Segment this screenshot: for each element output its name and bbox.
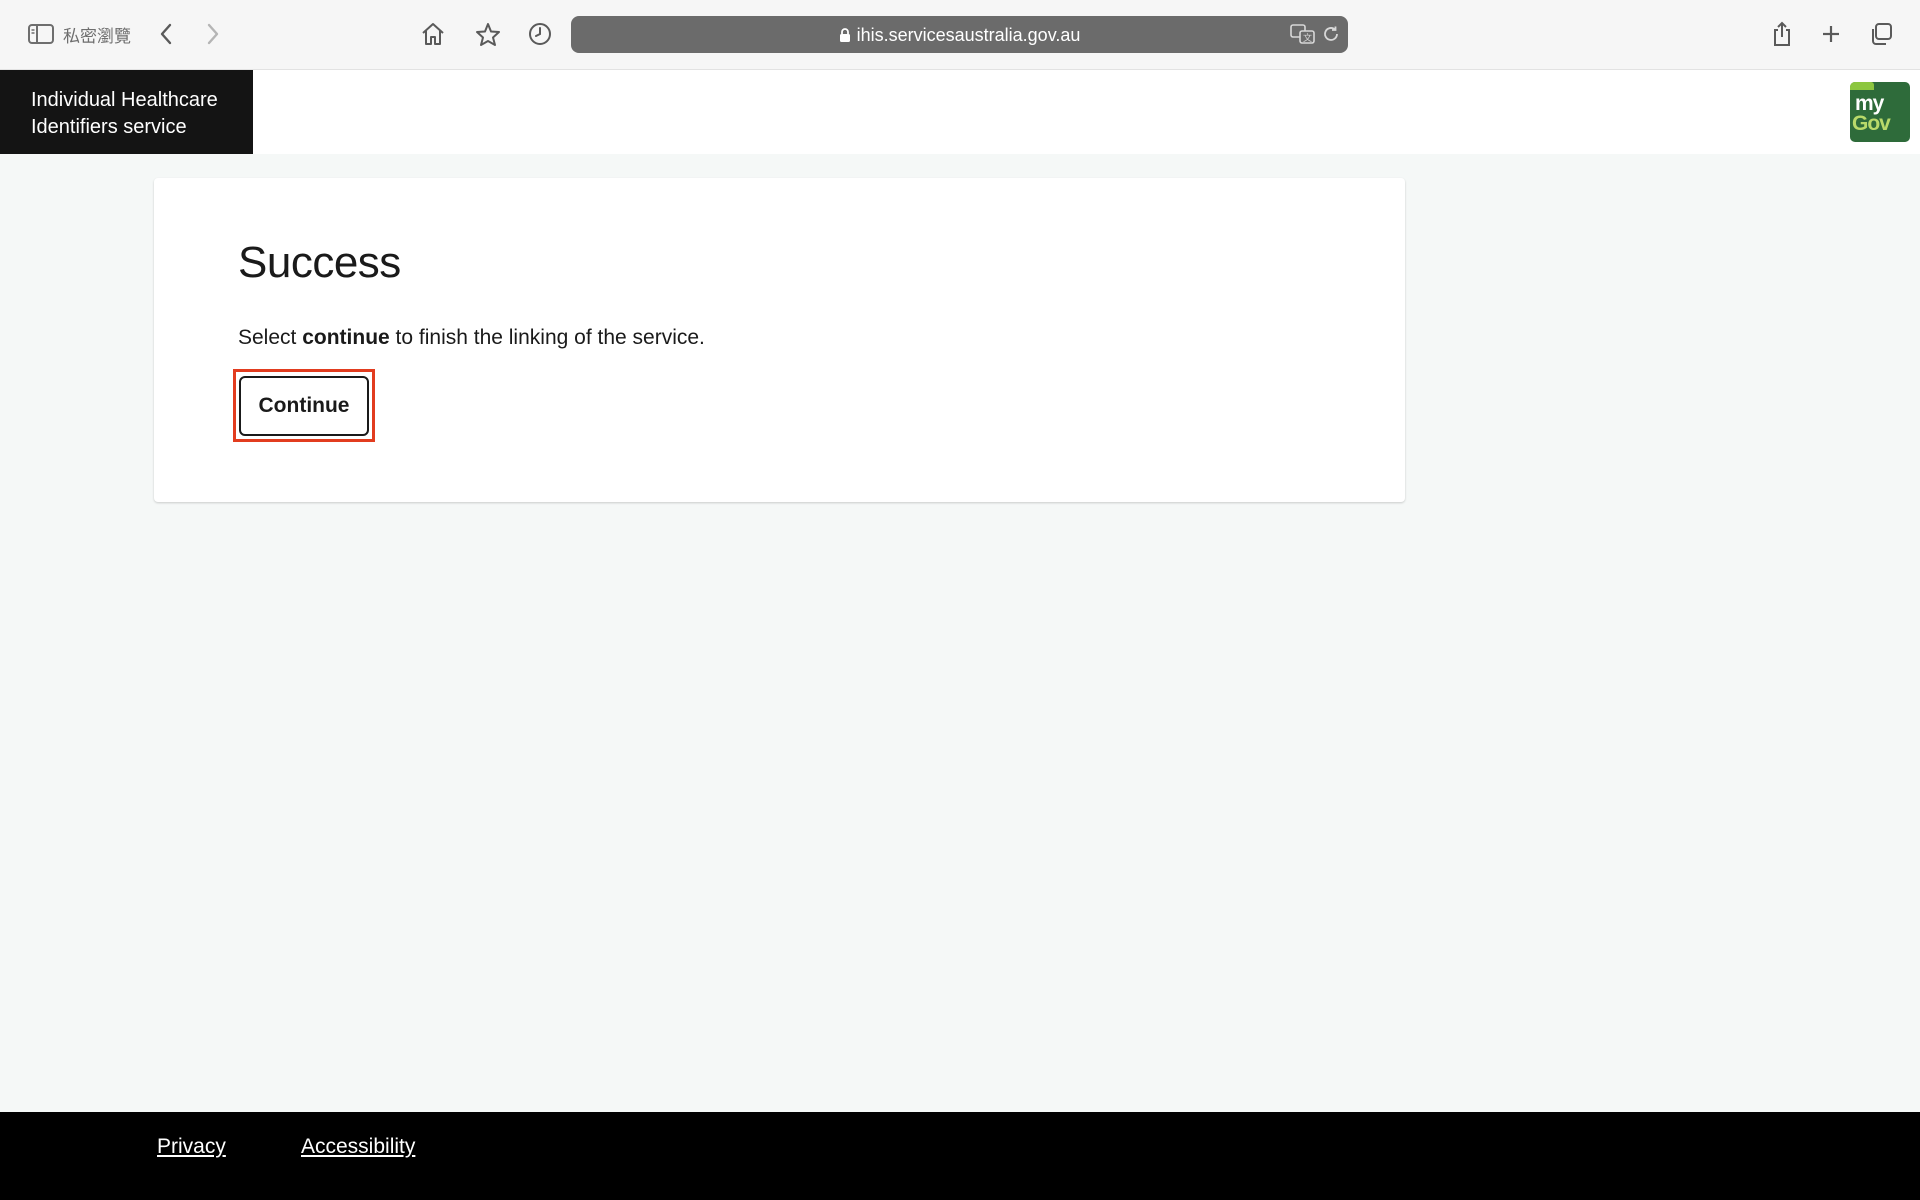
service-brand[interactable]: Individual Healthcare Identifiers servic… [0, 70, 253, 154]
svg-text:文: 文 [1303, 32, 1312, 44]
brand-line-2: Identifiers service [31, 116, 187, 138]
instruction-bold: continue [302, 326, 390, 349]
instruction-text: Select continue to finish the linking of… [238, 326, 705, 350]
mygov-logo[interactable]: my Gov [1850, 82, 1910, 142]
brand-line-1: Individual Healthcare [31, 89, 218, 111]
site-footer: Privacy Accessibility [0, 1112, 1920, 1200]
new-tab-plus-icon[interactable] [1814, 17, 1848, 51]
translate-icon[interactable]: 文 [1290, 24, 1316, 44]
sidebar-toggle-icon[interactable] [24, 17, 58, 51]
back-icon[interactable] [149, 17, 183, 51]
mygov-logo-tab [1850, 82, 1874, 90]
instruction-prefix: Select [238, 326, 303, 349]
history-clock-icon[interactable] [523, 17, 557, 51]
privacy-link[interactable]: Privacy [157, 1135, 226, 1159]
browser-toolbar: 私密瀏覽 ihis.servicesaustralia.gov.au 文 [0, 0, 1920, 70]
bookmark-star-icon[interactable] [471, 17, 505, 51]
forward-icon[interactable] [196, 17, 230, 51]
share-icon[interactable] [1765, 17, 1799, 51]
lock-icon [839, 28, 850, 42]
reload-icon[interactable] [1322, 25, 1340, 43]
success-card: Success Select continue to finish the li… [154, 178, 1405, 502]
accessibility-link[interactable]: Accessibility [301, 1135, 415, 1159]
home-icon[interactable] [416, 17, 450, 51]
site-header: Individual Healthcare Identifiers servic… [0, 70, 1920, 154]
address-bar[interactable]: ihis.servicesaustralia.gov.au 文 [571, 16, 1348, 53]
url-text: ihis.servicesaustralia.gov.au [856, 25, 1081, 45]
mygov-logo-gov: Gov [1852, 112, 1891, 135]
private-browsing-label: 私密瀏覽 [63, 27, 131, 47]
instruction-suffix: to finish the linking of the service. [389, 326, 705, 349]
mygov-logo-my: my [1855, 92, 1884, 115]
tab-overview-icon[interactable] [1864, 17, 1898, 51]
page-title: Success [238, 238, 401, 287]
continue-button[interactable]: Continue [239, 376, 369, 436]
